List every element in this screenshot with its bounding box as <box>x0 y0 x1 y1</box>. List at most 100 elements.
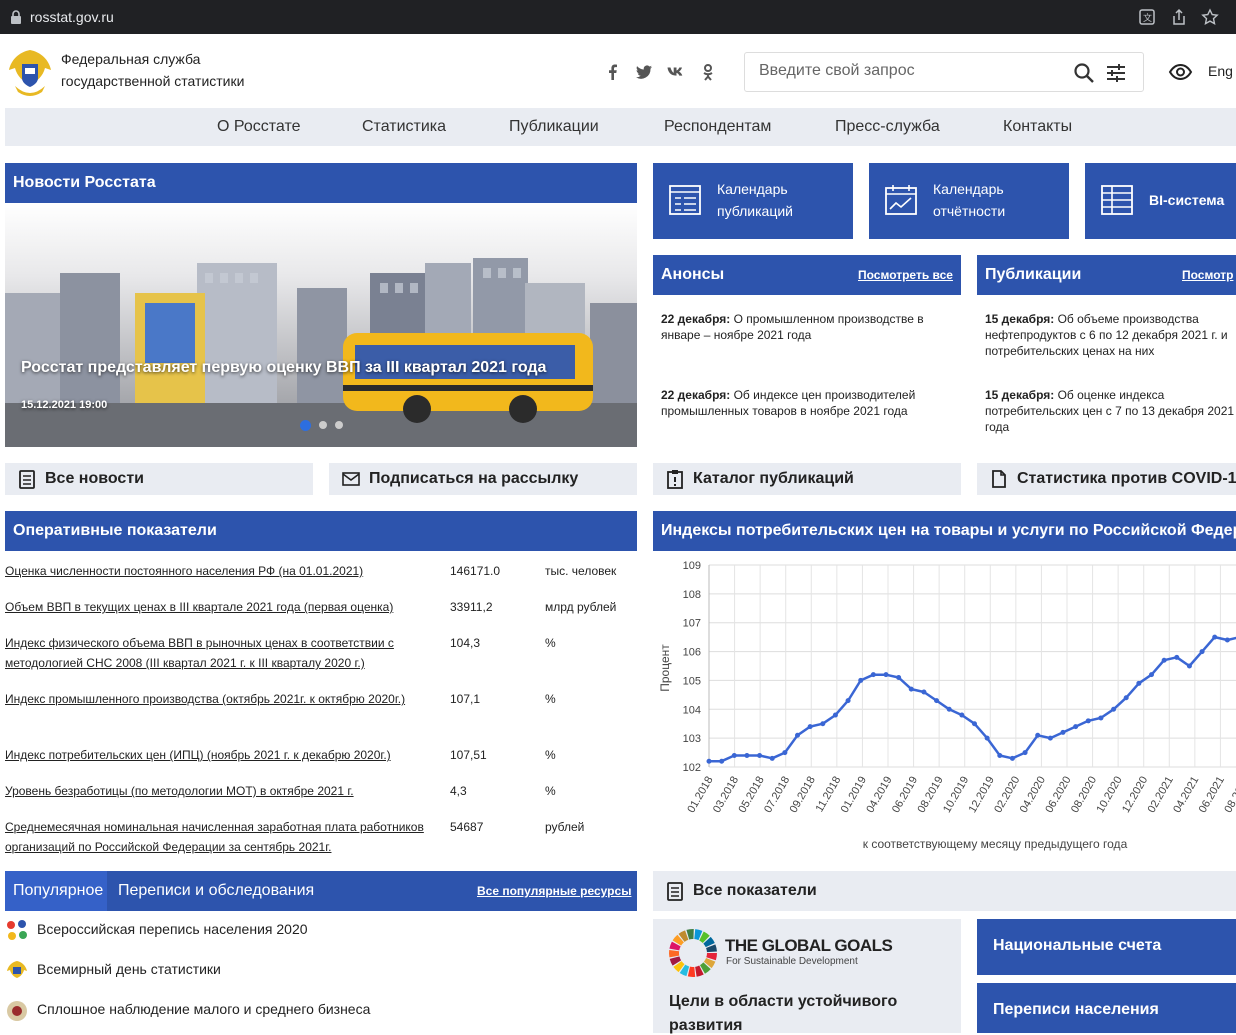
tile-bi-system[interactable]: BI-система <box>1085 163 1236 239</box>
covid-stats-button[interactable]: Статистика против COVID-19 <box>977 463 1236 495</box>
slider-dot-1[interactable] <box>300 420 311 431</box>
indicators-title[interactable]: Оперативные показатели <box>13 522 217 540</box>
button-label: Все показатели <box>693 882 817 899</box>
chart-data-point <box>731 752 737 758</box>
all-indicators-button[interactable]: Все показатели <box>653 871 1236 911</box>
tile-publications-calendar[interactable]: Календарь публикаций <box>653 163 853 239</box>
nav-respondents[interactable]: Респондентам <box>664 118 771 136</box>
nav-about[interactable]: О Росстате <box>217 118 301 136</box>
share-icon[interactable] <box>1170 8 1188 26</box>
news-slider[interactable]: Росстат представляет первую оценку ВВП з… <box>5 203 637 447</box>
address-bar[interactable]: rosstat.gov.ru <box>30 9 114 25</box>
announcements-title[interactable]: Анонсы <box>661 266 724 284</box>
chart-data-point <box>921 689 927 695</box>
link-label: Переписи населения <box>993 1001 1159 1018</box>
sdg-wheel-logo <box>669 929 717 977</box>
news-title[interactable]: Новости Росстата <box>13 174 156 192</box>
chart-data-point <box>795 732 800 738</box>
publication-item[interactable]: 15 декабря: Об оценке индекса потребител… <box>985 387 1236 435</box>
indicator-name[interactable]: Оценка численности постоянного населения… <box>5 561 435 581</box>
search-filter-icon[interactable] <box>1105 62 1127 84</box>
indicator-value: 104,3 <box>450 636 481 650</box>
sdg-wheel-segment <box>669 950 680 958</box>
search-input[interactable] <box>759 62 1059 80</box>
nav-press[interactable]: Пресс-служба <box>835 118 940 136</box>
publications-list: 15 декабря: Об объеме производства нефте… <box>977 300 1236 450</box>
all-news-button[interactable]: Все новости <box>5 463 313 495</box>
publications-view-all-link[interactable]: Посмотр <box>1182 268 1233 282</box>
chart-data-point <box>1174 654 1180 660</box>
chart-data-point <box>706 758 712 764</box>
chart-ytick-label: 104 <box>683 704 701 716</box>
chart-data-point <box>1009 755 1015 761</box>
odnoklassniki-icon[interactable] <box>698 62 718 82</box>
indicator-name[interactable]: Индекс промышленного производства (октяб… <box>5 689 435 709</box>
button-label: Статистика против COVID-19 <box>1017 470 1236 487</box>
catalog-button[interactable]: Каталог публикаций <box>653 463 961 495</box>
clipboard-alert-icon <box>667 470 683 489</box>
chart-data-point <box>972 721 977 727</box>
chart-data-point <box>1022 750 1028 756</box>
publications-header: Публикации Посмотр <box>977 255 1236 295</box>
tile-reporting-calendar[interactable]: Календарь отчётности <box>869 163 1069 239</box>
nav-statistics[interactable]: Статистика <box>362 118 446 136</box>
nav-contacts[interactable]: Контакты <box>1003 118 1072 136</box>
announcement-date: 22 декабря: <box>661 312 731 326</box>
svg-text:文: 文 <box>1143 12 1152 24</box>
chart-y-axis-label: Процент <box>658 644 672 692</box>
chart-data-point <box>1212 634 1218 640</box>
indicator-unit: % <box>545 636 556 650</box>
population-censuses-link[interactable]: Переписи населения <box>977 983 1236 1033</box>
chart-data-point <box>1149 672 1154 678</box>
visually-impaired-eye-icon[interactable] <box>1168 61 1193 83</box>
tab-censuses[interactable]: Переписи и обследования <box>118 882 314 900</box>
publication-date: 15 декабря: <box>985 388 1055 402</box>
popular-header: Популярное Переписи и обследования Все п… <box>5 871 637 911</box>
popular-item[interactable]: Всероссийская перепись населения 2020 <box>37 921 308 937</box>
announcements-header: Анонсы Посмотреть все <box>653 255 961 295</box>
bookmark-star-icon[interactable] <box>1201 8 1219 26</box>
announcements-view-all-link[interactable]: Посмотреть все <box>858 268 953 282</box>
vk-icon[interactable] <box>666 62 686 82</box>
publications-title[interactable]: Публикации <box>985 266 1081 284</box>
chart-data-point <box>1085 718 1091 724</box>
chart-data-point <box>719 758 725 764</box>
document-icon <box>992 470 1006 488</box>
indicator-name[interactable]: Индекс потребительских цен (ИПЦ) (ноябрь… <box>5 745 435 765</box>
slider-dot-3[interactable] <box>335 421 343 429</box>
language-switch[interactable]: Eng <box>1208 63 1233 79</box>
popular-item[interactable]: Всемирный день статистики <box>37 961 221 977</box>
publication-item[interactable]: 15 декабря: Об объеме производства нефте… <box>985 311 1236 359</box>
sdg-wheel-segment <box>687 966 696 977</box>
popular-item[interactable]: Сплошное наблюдение малого и среднего би… <box>37 1001 370 1017</box>
announcement-item[interactable]: 22 декабря: О промышленном производстве … <box>661 311 956 343</box>
nav-publications[interactable]: Публикации <box>509 118 599 136</box>
rosstat-emblem-logo[interactable] <box>5 46 55 100</box>
search-icon[interactable] <box>1073 62 1095 84</box>
subscribe-button[interactable]: Подписаться на рассылку <box>329 463 637 495</box>
announcement-item[interactable]: 22 декабря: Об индексе цен производителе… <box>661 387 956 419</box>
chart-data-point <box>1186 663 1192 669</box>
chart-data-point <box>845 698 851 704</box>
news-headline[interactable]: Росстат представляет первую оценку ВВП з… <box>21 359 546 377</box>
chart-data-point <box>1098 715 1104 721</box>
organization-name[interactable]: Федеральная служба государственной стати… <box>61 48 244 92</box>
twitter-icon[interactable] <box>634 62 654 82</box>
chart-data-point <box>1123 695 1129 701</box>
cpi-chart-title[interactable]: Индексы потребительских цен на товары и … <box>661 522 1236 540</box>
indicator-name[interactable]: Уровень безработицы (по методологии МОТ)… <box>5 781 435 801</box>
facebook-icon[interactable] <box>603 62 623 82</box>
slider-dot-2[interactable] <box>319 421 327 429</box>
national-accounts-link[interactable]: Национальные счета <box>977 919 1236 975</box>
tab-popular[interactable]: Популярное <box>5 871 107 911</box>
global-goals-card[interactable]: THE GLOBAL GOALS For Sustainable Develop… <box>653 919 961 1034</box>
indicator-name[interactable]: Объем ВВП в текущих ценах в III квартале… <box>5 597 435 617</box>
document-list-icon <box>667 882 683 901</box>
main-navigation: О Росстате Статистика Публикации Респонд… <box>5 108 1236 146</box>
indicator-name[interactable]: Среднемесячная номинальная начисленная з… <box>5 817 435 857</box>
calendar-list-icon <box>669 185 701 215</box>
cpi-line-chart[interactable]: 10210310410510610710810901.201803.201805… <box>653 553 1236 853</box>
all-popular-link[interactable]: Все популярные ресурсы <box>477 884 631 898</box>
indicator-name[interactable]: Индекс физического объема ВВП в рыночных… <box>5 633 435 673</box>
translate-icon[interactable]: 文 <box>1138 8 1156 26</box>
